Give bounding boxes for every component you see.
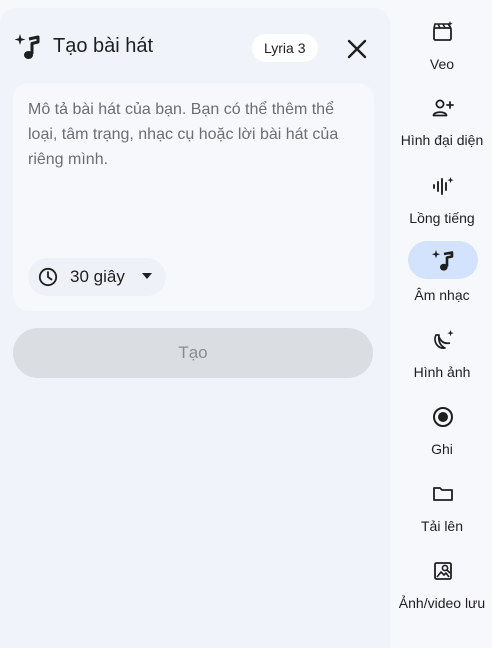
saved-media-icon [434, 562, 452, 580]
sidebar-item-label: Ảnh/video lưu [398, 595, 486, 611]
prompt-input[interactable]: Mô tả bài hát của bạn. Bạn có thể thêm t… [28, 97, 363, 172]
sidebar-item-label: Hình đại diện [400, 132, 484, 148]
sidebar-item-label: Tải lên [420, 518, 464, 534]
music-note-sparkle-icon [14, 34, 40, 59]
sidebar-item-upload[interactable]: Tải lên [392, 472, 492, 538]
sidebar-item-images[interactable]: Hình ảnh [392, 318, 492, 384]
model-badge[interactable]: Lyria 3 [252, 34, 318, 62]
music-note-sparkle-icon [431, 250, 454, 271]
sidebar-item-label: Veo [429, 56, 455, 72]
sidebar-item-record[interactable]: Ghi [392, 395, 492, 461]
record-icon [433, 407, 453, 427]
voice-wave-sparkle-icon [433, 177, 454, 195]
sidebar-item-avatar[interactable]: Hình đại diện [392, 86, 492, 152]
sidebar-item-saved-media[interactable]: Ảnh/video lưu [392, 549, 492, 615]
sidebar-item-label: Lồng tiếng [409, 210, 475, 226]
duration-select[interactable]: 30 giây [28, 258, 166, 296]
close-icon[interactable] [344, 36, 370, 62]
prompt-card: Mô tả bài hát của bạn. Bạn có thể thêm t… [13, 83, 374, 311]
sidebar-item-label: Ghi [431, 441, 453, 457]
clapperboard-sparkle-icon [433, 21, 453, 41]
folder-icon [433, 487, 453, 501]
sidebar-item-veo[interactable]: Veo [392, 10, 492, 76]
sidebar-item-music[interactable]: Âm nhạc [392, 241, 492, 307]
person-add-icon [432, 99, 454, 117]
create-button[interactable]: Tạo [13, 328, 373, 378]
panel-header: Tạo bài hát Lyria 3 [14, 24, 376, 70]
clock-icon [38, 267, 58, 287]
sidebar-item-label: Âm nhạc [414, 287, 470, 303]
sidebar-item-label: Hình ảnh [413, 364, 471, 380]
chevron-down-icon [142, 273, 152, 279]
sidebar-item-voiceover[interactable]: Lồng tiếng [392, 164, 492, 230]
panel-title: Tạo bài hát [53, 35, 154, 57]
duration-label: 30 giây [70, 267, 125, 286]
banana-sparkle-icon [434, 330, 454, 349]
tool-sidebar: Veo Hình đại diện Lồng tiếng Âm nhạc Hìn… [392, 0, 492, 615]
